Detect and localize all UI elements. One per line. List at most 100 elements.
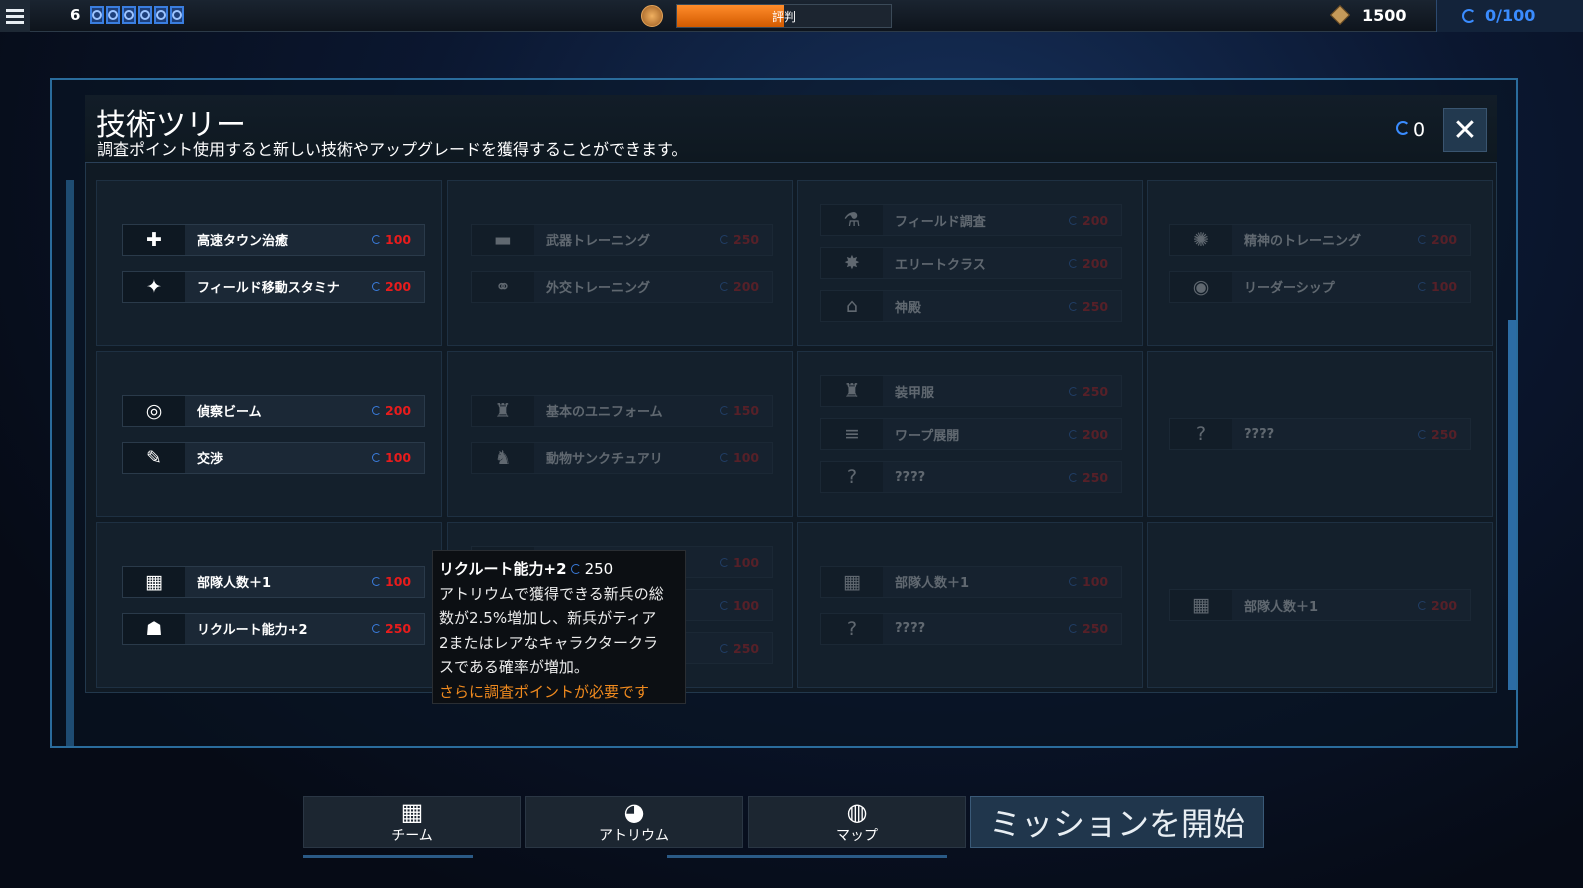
tech-cost: 250 [372, 621, 424, 636]
leadership-icon: ◉ [1170, 271, 1232, 302]
atrium-button[interactable]: ◕ アトリウム [525, 796, 743, 848]
tech-cost: 100 [720, 555, 772, 570]
tech-cost: 250 [1069, 384, 1121, 399]
tech-item[interactable]: ◉ リーダーシップ 100 [1169, 270, 1471, 303]
team-label: チーム [391, 828, 433, 844]
tech-item[interactable]: ◎ 偵察ビーム 200 [122, 394, 425, 427]
tech-cost: 100 [720, 450, 772, 465]
tech-cost: 200 [1069, 427, 1121, 442]
tech-name: フィールド移動スタミナ [197, 281, 340, 296]
tech-item[interactable]: ✸ エリートクラス 200 [820, 247, 1122, 279]
tech-item[interactable]: ✦ フィールド移動スタミナ 200 [122, 270, 425, 303]
research-icon [1462, 9, 1476, 23]
research-point-icon [1396, 121, 1410, 135]
tech-name: エリートクラス [895, 257, 986, 273]
tech-item[interactable]: ????? 250 [820, 612, 1122, 645]
nav-underline [303, 855, 473, 858]
reputation-bar: 評判 [676, 4, 892, 28]
animal-icon: ♞ [472, 442, 534, 473]
tech-name: 部隊人数＋1 [197, 576, 272, 591]
tech-cost: 200 [1069, 213, 1121, 228]
nav-underline [667, 855, 947, 858]
atrium-icon: ◕ [623, 798, 645, 826]
tech-name: ワープ展開 [895, 428, 960, 444]
reputation-emblem-icon [641, 5, 663, 27]
hamburger-menu-icon[interactable] [0, 0, 30, 32]
tech-cost: 100 [720, 598, 772, 613]
tech-cost: 100 [372, 232, 424, 247]
heal-icon: ✚ [123, 224, 185, 255]
tech-cost: 200 [1069, 256, 1121, 271]
research-points-value: 0 [1413, 119, 1426, 141]
tech-cost: 200 [372, 279, 424, 294]
tech-cost: 250 [720, 641, 772, 656]
tech-name: リクルート能力+2 [197, 623, 308, 638]
close-button[interactable]: ✕ [1443, 108, 1487, 152]
tech-item[interactable]: ▦ 部隊人数＋1 100 [122, 565, 425, 598]
tech-name: 精神のトレーニング [1244, 234, 1362, 249]
tech-item[interactable]: ▦ 部隊人数＋1 200 [1169, 589, 1471, 621]
scan-icon: ◎ [123, 395, 185, 426]
tech-cost: 200 [372, 403, 424, 418]
tech-item[interactable]: ⚗ フィールド調査 200 [820, 204, 1122, 236]
tech-name: 基本のユニフォーム [546, 405, 663, 420]
tech-cost: 100 [372, 450, 424, 465]
question-icon: ? [821, 462, 883, 492]
tech-name: 武器トレーニング [546, 234, 651, 249]
negotiate-icon: ✎ [123, 442, 185, 473]
close-icon: ✕ [1452, 112, 1478, 148]
credits-icon [1330, 5, 1350, 25]
tech-item[interactable]: ≡ ワープ展開 200 [820, 418, 1122, 450]
tooltip-line: アトリウムで獲得できる新兵の総 [439, 584, 664, 603]
tech-cost: 250 [1418, 427, 1470, 442]
tech-cost: 250 [720, 232, 772, 247]
grid-icon: ▦ [123, 566, 185, 597]
recruit-icon: ☗ [123, 613, 185, 644]
tech-item[interactable]: ????? 250 [1169, 418, 1471, 450]
handshake-icon: ⚭ [472, 271, 534, 302]
grid-icon: ▦ [1170, 590, 1232, 620]
tech-item[interactable]: ????? 250 [820, 461, 1122, 493]
frame-decoration [1508, 320, 1516, 690]
tech-cost: 250 [1069, 470, 1121, 485]
tech-item[interactable]: ✺ 精神のトレーニング 200 [1169, 223, 1471, 256]
armor-icon: ♜ [821, 376, 883, 406]
pip-icon [138, 6, 152, 24]
tech-item[interactable]: ♜ 装甲服 250 [820, 375, 1122, 407]
tooltip-line: 2またはレアなキャラクタークラ [439, 633, 658, 652]
tech-item[interactable]: ♞ 動物サンクチュアリ 100 [471, 441, 773, 474]
start-mission-button[interactable]: ミッションを開始 [970, 796, 1264, 848]
tech-name: 高速タウン治癒 [197, 234, 289, 249]
tech-name: 部隊人数＋1 [895, 576, 970, 591]
weapon-icon: ▬ [472, 224, 534, 255]
tech-item[interactable]: ✚ 高速タウン治癒 100 [122, 223, 425, 256]
team-button[interactable]: ▦ チーム [303, 796, 521, 848]
tech-cost: 250 [1069, 621, 1121, 636]
tech-cell [96, 522, 442, 688]
tech-name: フィールド調査 [895, 214, 986, 230]
tech-cost: 100 [1418, 279, 1470, 294]
tech-item[interactable]: ⌂ 神殿 250 [820, 290, 1122, 322]
tech-item[interactable]: ⚭ 外交トレーニング 200 [471, 270, 773, 303]
level-pips [90, 6, 184, 24]
tech-item[interactable]: ▬ 武器トレーニング 250 [471, 223, 773, 256]
tech-name: ???? [895, 469, 926, 485]
tech-cell [96, 351, 442, 517]
map-label: マップ [836, 828, 878, 844]
pip-icon [154, 6, 168, 24]
tech-cell [797, 522, 1143, 688]
research-capacity: 0/100 [1436, 0, 1583, 32]
tech-item[interactable]: ▦ 部隊人数＋1 100 [820, 565, 1122, 598]
tech-name: 装甲服 [895, 385, 935, 401]
tech-item[interactable]: ☗ リクルート能力+2 250 [122, 612, 425, 645]
tech-name: 部隊人数＋1 [1244, 599, 1319, 615]
tech-cell [447, 180, 793, 346]
mind-icon: ✺ [1170, 224, 1232, 255]
reputation-label: 評判 [771, 10, 796, 24]
tech-name: ???? [895, 621, 926, 636]
tech-item[interactable]: ✎ 交渉 100 [122, 441, 425, 474]
research-capacity-value: 0/100 [1485, 6, 1536, 25]
tech-item[interactable]: ♜ 基本のユニフォーム 150 [471, 394, 773, 427]
tooltip-title: リクルート能力+2 [439, 560, 567, 578]
map-button[interactable]: ◍ マップ [748, 796, 966, 848]
